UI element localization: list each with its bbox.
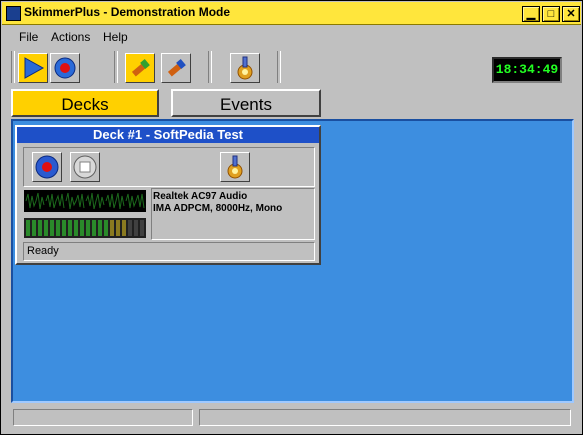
marker-tool-icon [167, 59, 186, 77]
tab-decks[interactable]: Decks [11, 89, 159, 117]
level-meter-segment [68, 220, 72, 236]
edit-button[interactable] [125, 53, 155, 83]
level-meter-segment [32, 220, 36, 236]
level-meter-segment [56, 220, 60, 236]
close-button[interactable]: ✕ [562, 6, 580, 22]
gear-settings-icon [237, 56, 253, 80]
deck-status-text: Ready [27, 245, 59, 257]
deck-card[interactable]: Deck #1 - SoftPedia Test Realtek AC97 Au… [15, 125, 321, 265]
status-panel-right [199, 409, 571, 426]
edit-tool-icon [131, 59, 150, 77]
toolbar-separator [208, 51, 212, 83]
close-icon: ✕ [566, 8, 576, 20]
app-window: SkimmerPlus - Demonstration Mode ▁ □ ✕ F… [0, 0, 583, 435]
play-icon [24, 57, 45, 79]
stop-icon [73, 155, 97, 179]
settings-button[interactable] [230, 53, 260, 83]
device-info-panel: Realtek AC97 Audio IMA ADPCM, 8000Hz, Mo… [151, 188, 315, 240]
level-meter-segment [62, 220, 66, 236]
level-meter-segment [86, 220, 90, 236]
level-meter-segment [104, 220, 108, 236]
play-button[interactable] [18, 53, 48, 83]
level-meter-segment [44, 220, 48, 236]
maximize-button[interactable]: □ [542, 6, 560, 22]
level-meter-segment [140, 220, 144, 236]
menu-help[interactable]: Help [103, 30, 128, 44]
level-meter-segment [26, 220, 30, 236]
deck-record-button[interactable] [32, 152, 62, 182]
level-meter-segment [98, 220, 102, 236]
deck-title: Deck #1 - SoftPedia Test [17, 127, 319, 143]
level-meter-segment [92, 220, 96, 236]
level-meter-segment [134, 220, 138, 236]
toolbar-separator [11, 51, 15, 83]
waveform-display [24, 190, 146, 212]
gear-settings-icon [227, 155, 243, 179]
level-meter [24, 218, 146, 238]
deck-settings-button[interactable] [220, 152, 250, 182]
toolbar-separator [114, 51, 118, 83]
record-icon [54, 57, 76, 79]
menu-file[interactable]: File [19, 30, 38, 44]
device-name: Realtek AC97 Audio [153, 191, 248, 202]
device-format: IMA ADPCM, 8000Hz, Mono [153, 203, 283, 214]
window-title: SkimmerPlus - Demonstration Mode [24, 5, 231, 19]
record-icon [35, 155, 59, 179]
level-meter-segment [50, 220, 54, 236]
level-meter-segment [116, 220, 120, 236]
deck-status-bar: Ready [23, 242, 315, 261]
title-bar[interactable]: SkimmerPlus - Demonstration Mode ▁ □ ✕ [2, 2, 581, 25]
level-meter-segment [38, 220, 42, 236]
level-meter-segment [122, 220, 126, 236]
minimize-icon: ▁ [526, 8, 536, 20]
menu-actions[interactable]: Actions [51, 30, 90, 44]
clock-display: 18:34:49 [492, 57, 562, 83]
level-meter-segment [110, 220, 114, 236]
level-meter-segment [128, 220, 132, 236]
status-panel-left [13, 409, 193, 426]
mark-button[interactable] [161, 53, 191, 83]
maximize-icon: □ [547, 8, 555, 20]
minimize-button[interactable]: ▁ [522, 6, 540, 22]
tab-events[interactable]: Events [171, 89, 321, 117]
record-button[interactable] [50, 53, 80, 83]
menu-bar: File Actions Help [2, 25, 581, 47]
toolbar-separator [277, 51, 281, 83]
deck-controls-panel [23, 147, 315, 187]
deck-stop-button[interactable] [70, 152, 100, 182]
level-meter-segment [74, 220, 78, 236]
app-icon [6, 6, 21, 21]
level-meter-segment [80, 220, 84, 236]
